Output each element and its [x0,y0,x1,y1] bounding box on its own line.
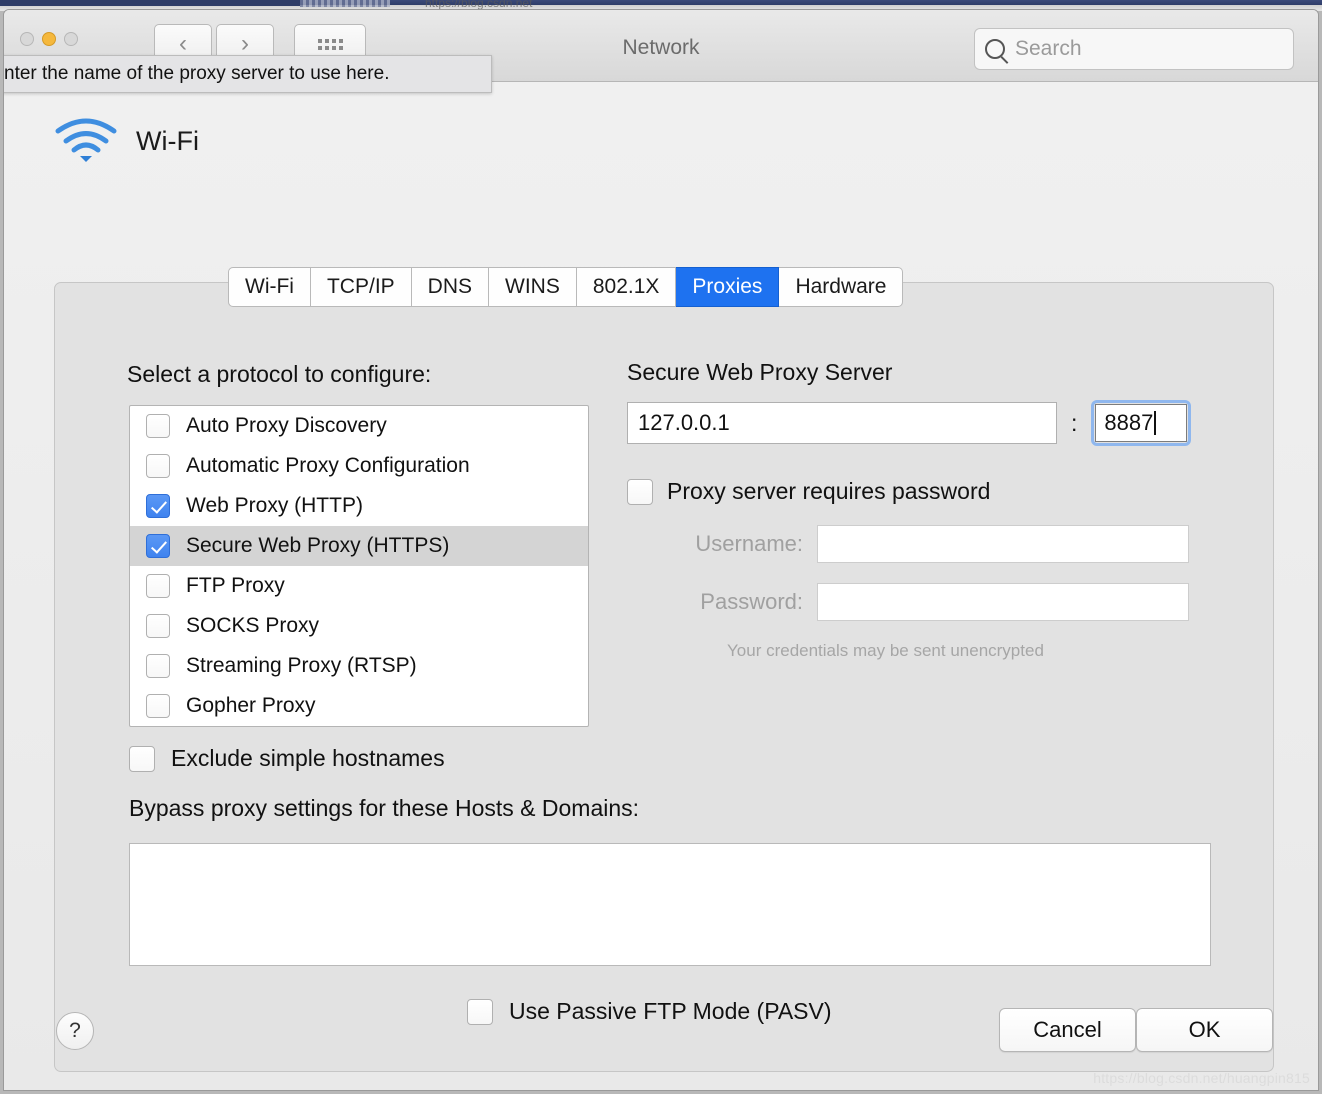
password-row: Password: [627,583,1227,621]
text-cursor [1154,411,1156,435]
tab-dns[interactable]: DNS [411,267,490,307]
exclude-simple-hostnames-row[interactable]: Exclude simple hostnames [129,745,445,772]
checkbox-web-proxy-http[interactable] [146,494,170,518]
tab-wins[interactable]: WINS [489,267,577,307]
password-field[interactable] [817,583,1189,621]
protocol-list[interactable]: Auto Proxy Discovery Automatic Proxy Con… [129,405,589,727]
dialog-footer: ? Cancel OK https://blog.csdn.net/huangp… [4,1000,1318,1090]
cancel-button[interactable]: Cancel [999,1008,1136,1052]
checkbox-ftp-proxy[interactable] [146,574,170,598]
bypass-list-textarea[interactable] [129,843,1211,966]
list-item-label: Secure Web Proxy (HTTPS) [186,534,450,557]
list-item[interactable]: SOCKS Proxy [130,606,588,646]
window-toolbar: ‹ › Network Search nter the name of the … [4,10,1318,93]
search-icon [985,39,1005,59]
tab-hardware[interactable]: Hardware [779,267,904,307]
checkbox-socks-proxy[interactable] [146,614,170,638]
ok-button[interactable]: OK [1136,1008,1273,1052]
proxy-server-heading: Secure Web Proxy Server [627,359,893,385]
wifi-icon [55,118,117,162]
checkbox-exclude-simple-hostnames[interactable] [129,745,155,772]
proxy-details-column: Secure Web Proxy Server 127.0.0.1 : 8887… [627,359,1227,661]
help-button[interactable]: ? [56,1012,94,1050]
proxy-server-tooltip: nter the name of the proxy server to use… [4,55,492,93]
requires-password-label: Proxy server requires password [667,478,991,504]
checkbox-secure-web-proxy-https[interactable] [146,534,170,558]
tab-wifi[interactable]: Wi-Fi [228,267,311,307]
interface-name: Wi-Fi [136,125,199,156]
proxy-server-row: 127.0.0.1 : 8887 [627,400,1227,446]
username-field[interactable] [817,525,1189,563]
list-item[interactable]: Web Proxy (HTTP) [130,486,588,526]
proxies-panel: Select a protocol to configure: Auto Pro… [54,282,1274,1072]
password-label: Password: [700,589,803,614]
host-port-separator: : [1071,409,1078,436]
proxy-port-focus-ring: 8887 [1091,400,1192,446]
search-input[interactable]: Search [974,28,1294,70]
preferences-body: Wi-Fi Wi-Fi TCP/IP DNS WINS 802.1X Proxi… [4,82,1318,1090]
list-item[interactable]: Gopher Proxy [130,686,588,726]
background-browser-toolbar-dots [300,0,390,7]
checkbox-gopher-proxy[interactable] [146,694,170,718]
interface-header: Wi-Fi [54,117,199,165]
network-preferences-window: ‹ › Network Search nter the name of the … [3,9,1319,1091]
checkbox-automatic-proxy-configuration[interactable] [146,454,170,478]
list-item-label: SOCKS Proxy [186,614,320,637]
checkbox-auto-proxy-discovery[interactable] [146,414,170,438]
credentials-warning-note: Your credentials may be sent unencrypted [727,641,1044,660]
list-item-label: Web Proxy (HTTP) [186,494,363,517]
settings-tabbar: Wi-Fi TCP/IP DNS WINS 802.1X Proxies Har… [228,267,904,307]
list-item[interactable]: Automatic Proxy Configuration [130,446,588,486]
bypass-list-label: Bypass proxy settings for these Hosts & … [129,795,640,821]
list-item-label: FTP Proxy [186,574,285,597]
list-item[interactable]: Secure Web Proxy (HTTPS) [130,526,588,566]
tab-8021x[interactable]: 802.1X [576,267,677,307]
watermark: https://blog.csdn.net/huangpin815 [1093,1070,1310,1086]
requires-password-row[interactable]: Proxy server requires password [627,478,1227,505]
search-placeholder: Search [1015,37,1082,60]
list-item-label: Auto Proxy Discovery [186,414,387,437]
list-item[interactable]: Auto Proxy Discovery [130,406,588,446]
proxy-port-input[interactable]: 8887 [1095,404,1188,442]
proxy-host-input[interactable]: 127.0.0.1 [627,402,1057,444]
background-browser-tabbar [0,0,300,6]
username-label: Username: [695,531,803,556]
checkbox-streaming-proxy-rtsp[interactable] [146,654,170,678]
username-row: Username: [627,525,1227,563]
list-item-label: Gopher Proxy [186,694,316,717]
checkbox-proxy-requires-password[interactable] [627,478,653,505]
list-item[interactable]: FTP Proxy [130,566,588,606]
exclude-simple-hostnames-label: Exclude simple hostnames [171,745,445,771]
list-item-label: Automatic Proxy Configuration [186,454,470,477]
proxy-port-value: 8887 [1104,410,1154,435]
list-item[interactable]: Streaming Proxy (RTSP) [130,646,588,686]
list-item-label: Streaming Proxy (RTSP) [186,654,417,677]
tab-proxies[interactable]: Proxies [676,267,780,307]
protocol-list-heading: Select a protocol to configure: [127,361,432,387]
tab-tcpip[interactable]: TCP/IP [310,267,412,307]
